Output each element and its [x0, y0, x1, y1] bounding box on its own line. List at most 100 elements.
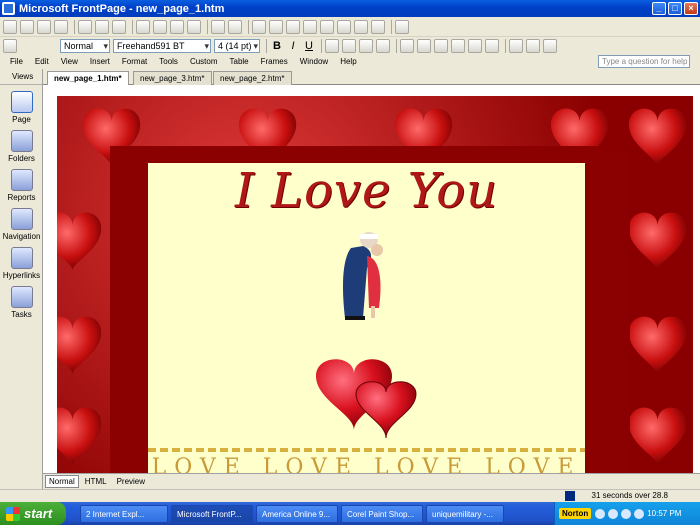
taskbar-item-paintshop[interactable]: Corel Paint Shop... [341, 504, 423, 523]
tray-icon[interactable] [595, 508, 606, 519]
align-center-icon[interactable] [342, 38, 356, 53]
tray-icon[interactable] [608, 508, 619, 519]
menu-frames[interactable]: Frames [261, 57, 288, 66]
bullets-icon[interactable] [451, 38, 465, 53]
menu-edit[interactable]: Edit [35, 57, 49, 66]
tab-new-page-2[interactable]: new_page_2.htm* [213, 71, 292, 85]
publish-icon[interactable] [54, 19, 68, 34]
view-folders[interactable]: Folders [0, 130, 43, 163]
taskbar-item-ie[interactable]: 2 Internet Expl... [80, 504, 168, 523]
content-panel: I Love You LOVE LOVE LOVE LOVE [148, 163, 585, 473]
redo-icon[interactable] [228, 19, 242, 34]
show-all-icon[interactable] [371, 19, 385, 34]
menu-tools[interactable]: Tools [159, 57, 178, 66]
menu-format[interactable]: Format [122, 57, 147, 66]
maximize-button[interactable]: □ [668, 2, 682, 15]
web-component-icon[interactable] [252, 19, 266, 34]
status-bar: 31 seconds over 28.8 [0, 489, 700, 502]
italic-button[interactable]: I [286, 39, 300, 53]
formatting-toolbar: Normal Freehand591 BT 4 (14 pt) B I U [0, 37, 700, 54]
style-select[interactable]: Normal [60, 38, 110, 53]
windows-flag-icon [6, 506, 20, 521]
tab-new-page-1[interactable]: new_page_1.htm* [47, 71, 129, 85]
increase-font-icon[interactable] [400, 38, 414, 53]
view-label: Folders [8, 154, 35, 163]
view-label: Reports [7, 193, 36, 202]
decrease-font-icon[interactable] [417, 38, 431, 53]
tab-new-page-3[interactable]: new_page_3.htm* [133, 71, 212, 85]
view-reports[interactable]: Reports [0, 169, 43, 202]
insert-picture-icon[interactable] [286, 19, 300, 34]
clock: 10:57 PM [647, 509, 682, 518]
font-select[interactable]: Freehand591 BT [113, 38, 211, 53]
taskbar-item-uniquemilitary[interactable]: uniquemilitary -... [426, 504, 504, 523]
menu-view[interactable]: View [61, 57, 78, 66]
undo-icon[interactable] [211, 19, 225, 34]
drawing-icon[interactable] [303, 19, 317, 34]
close-button[interactable]: × [684, 2, 698, 15]
menu-table[interactable]: Table [230, 57, 249, 66]
menu-help[interactable]: Help [340, 57, 356, 66]
save-icon[interactable] [37, 19, 51, 34]
help-search-input[interactable]: Type a question for help [598, 55, 690, 68]
style-icon[interactable] [3, 38, 17, 53]
copy-icon[interactable] [153, 19, 167, 34]
folders-view-icon [10, 130, 33, 152]
open-icon[interactable] [20, 19, 34, 34]
menu-file[interactable]: File [10, 57, 23, 66]
decrease-indent-icon[interactable] [468, 38, 482, 53]
menu-custom[interactable]: Custom [190, 57, 218, 66]
stop-icon[interactable] [354, 19, 368, 34]
size-select[interactable]: 4 (14 pt) [214, 38, 260, 53]
new-page-icon[interactable] [3, 19, 17, 34]
refresh-icon[interactable] [337, 19, 351, 34]
toolbar-separator [132, 19, 133, 34]
view-page[interactable]: Page [0, 91, 43, 124]
font-color-icon[interactable] [543, 38, 557, 53]
html-mode-tab[interactable]: HTML [81, 475, 111, 488]
view-label: Navigation [2, 232, 41, 241]
menu-insert[interactable]: Insert [90, 57, 110, 66]
start-button[interactable]: start [0, 502, 66, 525]
align-left-icon[interactable] [325, 38, 339, 53]
reports-view-icon [10, 169, 33, 191]
taskbar: start 2 Internet Expl... Microsoft Front… [0, 502, 700, 525]
borders-icon[interactable] [509, 38, 523, 53]
toolbar-separator [266, 38, 267, 53]
align-right-icon[interactable] [359, 38, 373, 53]
print-preview-icon[interactable] [95, 19, 109, 34]
taskbar-item-frontpage[interactable]: Microsoft FrontP... [171, 504, 253, 523]
spelling-icon[interactable] [112, 19, 126, 34]
preview-mode-tab[interactable]: Preview [113, 475, 149, 488]
view-hyperlinks[interactable]: Hyperlinks [0, 247, 43, 280]
tray-icon[interactable] [621, 508, 632, 519]
toolbar-separator [321, 38, 322, 53]
page-heading: I Love You [234, 163, 499, 219]
normal-mode-tab[interactable]: Normal [45, 475, 79, 488]
title-bar: Microsoft FrontPage - new_page_1.htm _ □… [0, 0, 700, 17]
hyperlink-icon[interactable] [320, 19, 334, 34]
minimize-button[interactable]: _ [652, 2, 666, 15]
paste-icon[interactable] [170, 19, 184, 34]
help-icon[interactable] [395, 19, 409, 34]
taskbar-item-aol[interactable]: America Online 9... [256, 504, 338, 523]
page-canvas[interactable]: I Love You LOVE LOVE LOVE LOVE [43, 85, 700, 473]
menu-window[interactable]: Window [300, 57, 328, 66]
view-navigation[interactable]: Navigation [0, 208, 43, 241]
highlight-icon[interactable] [526, 38, 540, 53]
view-tasks[interactable]: Tasks [0, 286, 43, 319]
justify-icon[interactable] [376, 38, 390, 53]
norton-tray-button[interactable]: Norton [559, 508, 592, 519]
underline-button[interactable]: U [302, 39, 316, 53]
bold-button[interactable]: B [270, 39, 284, 53]
navigation-view-icon [10, 208, 33, 230]
tray-icon[interactable] [634, 508, 645, 519]
toolbar-separator [505, 38, 506, 53]
format-painter-icon[interactable] [187, 19, 201, 34]
cut-icon[interactable] [136, 19, 150, 34]
numbering-icon[interactable] [434, 38, 448, 53]
increase-indent-icon[interactable] [485, 38, 499, 53]
insert-table-icon[interactable] [269, 19, 283, 34]
view-label: Page [12, 115, 31, 124]
print-icon[interactable] [78, 19, 92, 34]
